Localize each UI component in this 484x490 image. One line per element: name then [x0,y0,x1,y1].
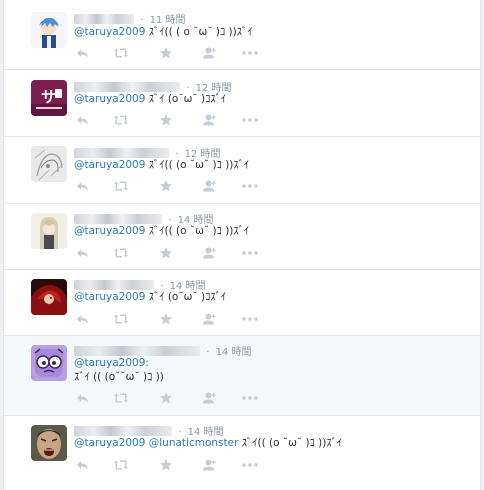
mention-link[interactable]: @taruya2009: [74,357,149,369]
sketch-avatar-icon[interactable] [31,146,67,182]
mention-link[interactable]: @taruya2009 [74,93,145,105]
reply-icon[interactable] [76,46,90,60]
tweet-header: · 12 時間 [74,79,231,94]
reply-icon[interactable] [76,246,90,260]
tweet-text: @taruya2009 ｽﾞｲ (o˘ω˘ )ｺｽﾞｲ [74,290,226,304]
reply-icon[interactable] [76,312,90,326]
tweet-text: @taruya2009 ｽﾞｲ(( (o ˘ω˘ )ｺ ))ｽﾞｲ [74,158,249,172]
favorite-star-icon[interactable] [159,312,173,326]
more-options-icon[interactable] [241,312,259,326]
display-name-blurred[interactable] [74,82,180,92]
purple-logo-avatar-icon[interactable]: サ [31,80,67,116]
tweet-body: ｽﾞｲ(( ( o ˘ω˘ )ｺ ))ｽﾞｲ [145,26,253,38]
tweet-text: @taruya2009 ｽﾞｲ(( (o ˘ω˘ )ｺ ))ｽﾞｲ [74,224,249,238]
tweet-item[interactable]: · 11 時間 @taruya2009 ｽﾞｲ(( ( o ˘ω˘ )ｺ ))ｽ… [4,0,480,70]
tweet-body: ｽﾞｲ(( (o ˘ω˘ )ｺ ))ｽﾞｲ [238,437,343,449]
tweet-text: @taruya2009 @lunaticmonster ｽﾞｲ(( (o ˘ω˘… [74,436,342,450]
tweet-item[interactable]: · 12 時間 @taruya2009 ｽﾞｲ(( (o ˘ω˘ )ｺ ))ｽﾞ… [4,137,480,204]
retweet-icon[interactable] [114,246,128,260]
purple-monster-avatar-icon[interactable] [31,345,67,381]
tweet-item[interactable]: · 14 時間 @taruya2009: ｽﾞｲ (( (o˘˘ω˘ )ｺ )) [4,336,480,416]
red-character-avatar-icon[interactable] [31,279,67,315]
follow-user-icon[interactable] [202,46,216,60]
tweet-header: · 12 時間 [74,145,220,160]
tweet-text: @taruya2009 ｽﾞｲ(( ( o ˘ω˘ )ｺ ))ｽﾞｲ [74,25,252,39]
mention-link[interactable]: @taruya2009 [74,437,145,449]
mention-link[interactable]: @taruya2009 [74,225,145,237]
display-name-blurred[interactable] [74,426,172,436]
follow-user-icon[interactable] [202,312,216,326]
tweet-item[interactable]: サ · 12 時間 @taruya2009 ｽﾞｲ (o˘ω˘ )ｺｽﾞｲ [4,70,480,137]
svg-text:サ: サ [41,88,56,106]
mention-link[interactable]: @taruya2009 [74,291,145,303]
tweet-body: ｽﾞｲ (( (o˘˘ω˘ )ｺ )) [74,371,164,383]
tweet-item[interactable]: · 14 時間 @taruya2009 ｽﾞｲ(( (o ˘ω˘ )ｺ ))ｽﾞ… [4,204,480,270]
more-options-icon[interactable] [241,458,259,472]
more-options-icon[interactable] [241,246,259,260]
favorite-star-icon[interactable] [159,458,173,472]
tweet-body: ｽﾞｲ (o˘ω˘ )ｺｽﾞｲ [145,291,227,303]
anime-boy-avatar-icon[interactable] [31,12,67,48]
display-name-blurred[interactable] [74,280,154,290]
favorite-star-icon[interactable] [159,179,173,193]
more-options-icon[interactable] [241,179,259,193]
tweet-header: · 14 時間 [74,211,213,226]
favorite-star-icon[interactable] [159,391,173,405]
retweet-icon[interactable] [114,391,128,405]
tweet-header: · 14 時間 [74,423,223,438]
display-name-blurred[interactable] [74,14,134,24]
follow-user-icon[interactable] [202,179,216,193]
reply-icon[interactable] [76,458,90,472]
tweet-header: · 14 時間 [74,343,252,358]
reply-icon[interactable] [76,391,90,405]
display-name-blurred[interactable] [74,346,200,356]
favorite-star-icon[interactable] [159,46,173,60]
tweet-body: ｽﾞｲ(( (o ˘ω˘ )ｺ ))ｽﾞｲ [145,225,250,237]
retweet-icon[interactable] [114,46,128,60]
anime-girl-avatar-icon[interactable] [31,213,67,249]
favorite-star-icon[interactable] [159,113,173,127]
retweet-icon[interactable] [114,312,128,326]
favorite-star-icon[interactable] [159,246,173,260]
mention-link[interactable]: @taruya2009 [74,159,145,171]
tweet-text-line-2: ｽﾞｲ (( (o˘˘ω˘ )ｺ )) [74,370,164,384]
follow-user-icon[interactable] [202,391,216,405]
screaming-man-avatar-icon[interactable] [31,425,67,461]
retweet-icon[interactable] [114,113,128,127]
tweet-header: · 11 時間 [74,11,185,26]
follow-user-icon[interactable] [202,113,216,127]
retweet-icon[interactable] [114,458,128,472]
display-name-blurred[interactable] [74,148,169,158]
tweet-body: ｽﾞｲ(( (o ˘ω˘ )ｺ ))ｽﾞｲ [145,159,250,171]
follow-user-icon[interactable] [202,246,216,260]
display-name-blurred[interactable] [74,214,162,224]
more-options-icon[interactable] [241,113,259,127]
timeline: · 11 時間 @taruya2009 ｽﾞｲ(( ( o ˘ω˘ )ｺ ))ｽ… [3,0,481,490]
retweet-icon[interactable] [114,179,128,193]
mention-link[interactable]: @taruya2009 [74,26,145,38]
tweet-item[interactable]: · 14 時間 @taruya2009 @lunaticmonster ｽﾞｲ(… [4,416,480,490]
more-options-icon[interactable] [241,46,259,60]
follow-user-icon[interactable] [202,458,216,472]
tweet-text: @taruya2009 ｽﾞｲ (o˘ω˘ )ｺｽﾞｲ [74,92,226,106]
reply-icon[interactable] [76,113,90,127]
reply-icon[interactable] [76,179,90,193]
tweet-header: · 14 時間 [74,277,205,292]
tweet-text: @taruya2009: [74,356,149,370]
mention-link-2[interactable]: @lunaticmonster [149,437,239,449]
more-options-icon[interactable] [241,391,259,405]
tweet-body: ｽﾞｲ (o˘ω˘ )ｺｽﾞｲ [145,93,227,105]
tweet-timestamp[interactable]: 14 時間 [216,347,252,358]
tweet-item[interactable]: · 14 時間 @taruya2009 ｽﾞｲ (o˘ω˘ )ｺｽﾞｲ [4,270,480,336]
